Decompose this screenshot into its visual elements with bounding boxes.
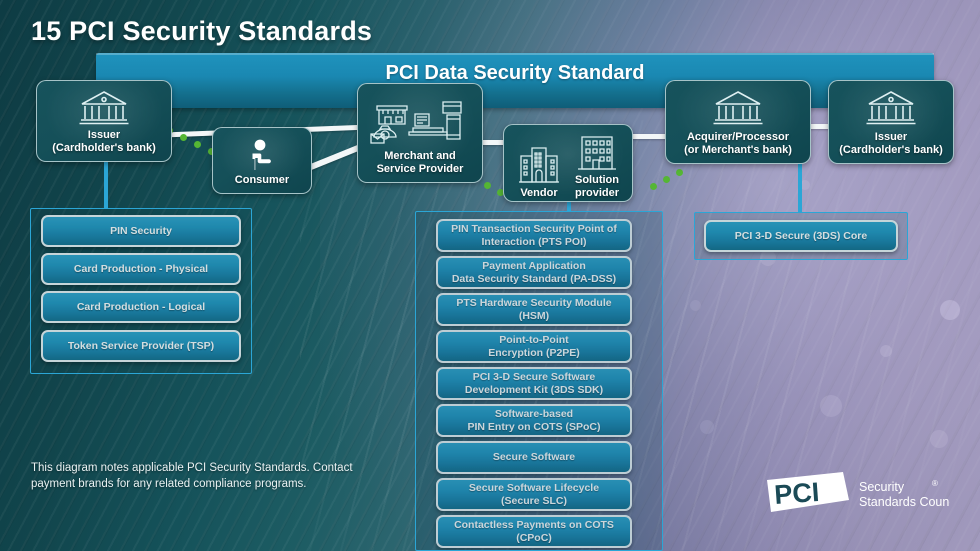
buildings-icon xyxy=(517,144,561,184)
entity-label: Consumer xyxy=(234,173,290,186)
entity-acquirer-processor[interactable]: Acquirer/Processor (or Merchant's bank) xyxy=(665,80,811,164)
consumer-icon xyxy=(245,139,279,171)
bokeh-circle xyxy=(930,430,948,448)
entity-label: Acquirer/Processor (or Merchant's bank) xyxy=(684,131,792,156)
solution-provider-label: Solution provider xyxy=(574,174,619,199)
acquirer-standards-group xyxy=(694,212,908,260)
bank-icon xyxy=(865,89,917,127)
svg-text:®: ® xyxy=(932,479,938,488)
bokeh-circle xyxy=(690,300,701,311)
bank-icon xyxy=(78,89,130,127)
green-dot xyxy=(663,176,670,183)
merchant-icon xyxy=(369,96,471,146)
entity-issuer-right[interactable]: Issuer (Cardholder's bank) xyxy=(828,80,954,164)
svg-text:Security: Security xyxy=(859,480,905,494)
issuing-standards-group xyxy=(30,208,252,374)
svg-text:PCI: PCI xyxy=(773,477,820,510)
footnote: This diagram notes applicable PCI Securi… xyxy=(31,462,353,490)
green-dot xyxy=(484,182,491,189)
entity-label: Issuer (Cardholder's bank) xyxy=(839,131,943,156)
entity-vendor-solution-provider[interactable]: Vendor Solution provider xyxy=(503,124,633,202)
green-dot xyxy=(180,134,187,141)
connector-acquirer-to-right-group xyxy=(798,164,802,212)
connector-issuer-to-left-group xyxy=(104,162,108,208)
banner-highlight xyxy=(96,53,934,55)
entity-consumer[interactable]: Consumer xyxy=(212,127,312,194)
pci-ssc-logo: PCI Security Standards Council ® xyxy=(765,470,961,518)
svg-text:Standards Council: Standards Council xyxy=(859,495,950,509)
entity-label: Issuer (Cardholder's bank) xyxy=(52,129,156,154)
bokeh-circle xyxy=(820,395,842,417)
entity-issuer-left[interactable]: Issuer (Cardholder's bank) xyxy=(36,80,172,162)
bokeh-circle xyxy=(700,420,714,434)
bokeh-circle xyxy=(940,300,960,320)
entity-label: Merchant and Service Provider xyxy=(376,150,464,175)
bank-icon xyxy=(711,89,765,127)
green-dot xyxy=(194,141,201,148)
pci-dss-banner-label: PCI Data Security Standard xyxy=(385,62,645,84)
green-dot xyxy=(650,183,657,190)
vendor-label: Vendor xyxy=(520,186,558,199)
green-dot xyxy=(676,169,683,176)
page-title: 15 PCI Security Standards xyxy=(31,16,373,46)
diagram-canvas: 15 PCI Security Standards PCI Data Secur… xyxy=(0,0,980,551)
entity-merchant-service-provider[interactable]: Merchant and Service Provider xyxy=(357,83,483,183)
merchant-standards-group xyxy=(415,211,663,551)
office-building-icon xyxy=(576,131,618,171)
bokeh-circle xyxy=(880,345,892,357)
